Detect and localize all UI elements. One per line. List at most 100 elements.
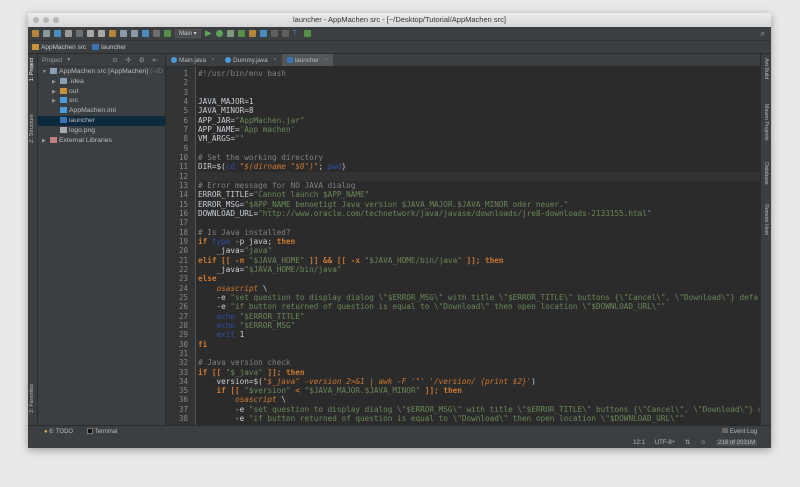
editor-tabs: Main.java ✕ Dummy.java ✕ launcher ✕ — [166, 54, 760, 67]
code-token: -e — [198, 302, 231, 312]
code-token: -e — [198, 404, 249, 414]
breadcrumb-project[interactable]: AppMachen src — [32, 43, 86, 51]
code-token: JAVA_MINOR=8 — [198, 106, 254, 116]
tool-tab-todo[interactable]: ● 6: TODO — [44, 429, 73, 435]
save-icon[interactable] — [43, 30, 50, 37]
code-token: ]]; then — [420, 386, 462, 396]
tree-item[interactable]: launcher — [38, 115, 165, 126]
tool-tab-terminal[interactable]: Terminal — [87, 428, 117, 435]
caret-position[interactable]: 12:1 — [633, 440, 645, 446]
tool-tab-right[interactable]: Remote Host — [763, 204, 769, 235]
plugin-icon[interactable] — [303, 30, 311, 37]
vcs-icon[interactable] — [281, 30, 289, 37]
file-encoding[interactable]: UTF-8÷ — [655, 440, 675, 446]
tree-item[interactable]: ▶ .idea — [38, 77, 165, 87]
debug-icon[interactable] — [215, 30, 223, 37]
code-token: DIR=$( — [198, 162, 226, 172]
find-icon[interactable] — [120, 30, 127, 37]
sync-icon[interactable] — [54, 30, 61, 37]
line-number: 16 — [178, 208, 188, 218]
panel-actions[interactable]: ⊙ ✣ ⚙ ⇤ — [112, 56, 161, 64]
memory-indicator[interactable]: 216 of 2031M — [716, 439, 757, 446]
tree-item[interactable]: ▶ External Libraries — [38, 136, 165, 146]
line-number: 35 — [178, 386, 188, 396]
tool-tab-right[interactable]: Database — [763, 162, 769, 185]
run-icon[interactable] — [204, 30, 212, 37]
tree-item[interactable]: ▶ src — [38, 96, 165, 106]
undo-icon[interactable] — [65, 30, 72, 37]
tool-tab-right[interactable]: Ant Build — [763, 58, 769, 79]
git-icon[interactable]: ⇅ — [685, 439, 690, 446]
script-icon — [92, 43, 100, 50]
line-number: 7 — [183, 124, 188, 134]
project-panel-header: Project ▼ ⊙ ✣ ⚙ ⇤ — [38, 54, 165, 67]
run-config-select[interactable]: Main ▾ — [175, 29, 201, 38]
replace-icon[interactable] — [131, 30, 138, 37]
code-line: if [[ "$_java" ]]; then — [196, 368, 760, 377]
editor-tab[interactable]: Main.java ✕ — [166, 54, 220, 66]
tool-tab-project[interactable]: 1: Project — [29, 58, 35, 81]
settings-icon[interactable] — [248, 30, 256, 37]
tree-item-label: src — [69, 97, 79, 105]
editor-tab[interactable]: launcher ✕ — [281, 54, 334, 66]
redo-icon[interactable] — [76, 30, 83, 37]
code-line: exit 1 — [196, 330, 760, 339]
inspector-icon[interactable]: ☺ — [700, 440, 706, 446]
structure-icon[interactable] — [259, 30, 267, 37]
cut-icon[interactable] — [87, 30, 94, 37]
code-token: ERROR_TITLE= — [198, 190, 254, 200]
window-controls[interactable] — [33, 17, 59, 23]
tree-item[interactable]: ▶ out — [38, 87, 165, 97]
line-number: 32 — [178, 358, 188, 368]
open-icon[interactable] — [32, 30, 39, 37]
code-line: ERROR_TITLE="Cannot launch $APP_NAME" — [196, 190, 760, 199]
script-icon — [60, 116, 67, 123]
copy-icon[interactable] — [98, 30, 105, 37]
tool-tab-right[interactable]: Maven Projects — [763, 104, 769, 141]
forward-icon[interactable] — [153, 30, 160, 37]
line-number: 21 — [178, 255, 188, 265]
code-token: "$_java" -version 2>&1 | awk -F '"' '/ve… — [262, 376, 532, 386]
line-number: 5 — [183, 106, 188, 116]
code-area[interactable]: #!/usr/bin/env bash JAVA_MAJOR=1 JAVA_MIN… — [196, 69, 760, 423]
sdk-icon[interactable] — [270, 30, 278, 37]
editor-tab[interactable]: Dummy.java ✕ — [220, 54, 282, 66]
line-number: 4 — [183, 96, 188, 106]
code-line: _java="java" — [196, 246, 760, 255]
search-everywhere-icon[interactable]: ⌕ — [761, 29, 765, 39]
tree-item[interactable]: logo.png — [38, 126, 165, 136]
close-tab-icon[interactable]: ✕ — [273, 57, 277, 63]
tree-item[interactable]: AppMachen.iml — [38, 106, 165, 116]
code-editor[interactable]: 1 2 3 4 5 6 7 8 9 10 11 12 13 14 15 16 17 18 19 20 21 22 23 24 2… — [166, 67, 760, 425]
project-view-select[interactable]: Project — [42, 57, 62, 64]
minimize-button[interactable] — [43, 17, 49, 23]
help-icon[interactable]: ? — [293, 30, 300, 37]
paste-icon[interactable] — [109, 30, 116, 37]
line-number: 27 — [178, 311, 188, 321]
tool-tab-favorites[interactable]: 2: Favorites — [29, 384, 35, 413]
folder-icon — [60, 77, 67, 84]
tool-tab-structure[interactable]: Z: Structure — [29, 114, 35, 143]
close-button[interactable] — [33, 17, 39, 23]
code-token: -p java; — [230, 236, 277, 246]
back-icon[interactable] — [142, 30, 149, 37]
expand-arrow-icon[interactable]: ▶ — [42, 137, 50, 147]
tree-item[interactable]: ▼ AppMachen src [AppMachen] (~/D — [38, 67, 165, 77]
profile-icon[interactable] — [237, 30, 245, 37]
coverage-icon[interactable] — [226, 30, 234, 37]
code-token: exit — [216, 330, 236, 340]
zoom-button[interactable] — [53, 17, 59, 23]
chevron-down-icon[interactable]: ▼ — [66, 57, 71, 63]
close-tab-icon[interactable]: ✕ — [324, 57, 328, 63]
close-tab-icon[interactable]: ✕ — [211, 57, 215, 63]
code-token: "$JAVA_HOME/bin/java" — [244, 264, 342, 274]
code-line: DOWNLOAD_URL="http://www.oracle.com/tech… — [196, 209, 760, 218]
event-log-button[interactable]: Event Log — [722, 428, 757, 435]
build-icon[interactable] — [164, 30, 171, 37]
line-number: 28 — [178, 320, 188, 330]
tree-item-label: launcher — [69, 116, 96, 124]
breadcrumb-file[interactable]: launcher — [92, 43, 126, 51]
